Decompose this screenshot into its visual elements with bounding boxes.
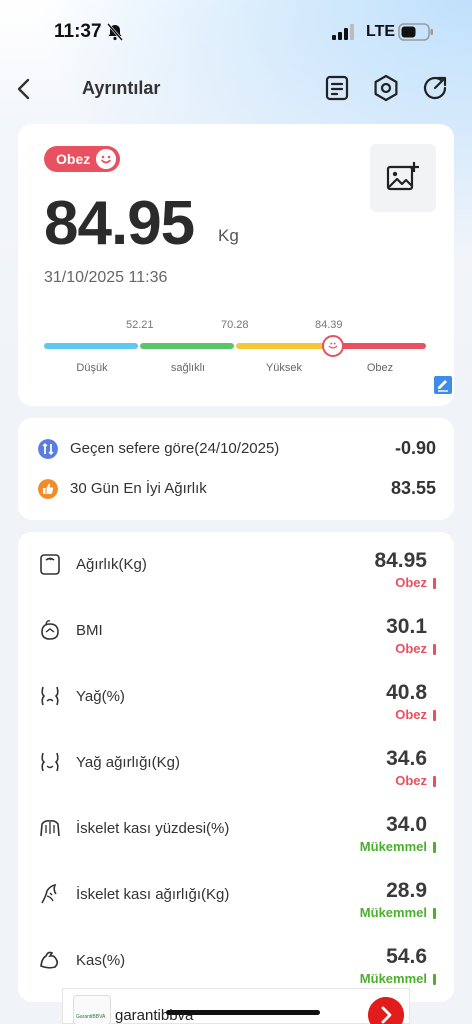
scale-threshold: 84.39 — [315, 319, 343, 331]
scale-threshold: 70.28 — [221, 319, 249, 331]
weight-value: 84.95 — [44, 189, 195, 258]
metric-value: 34.0 — [386, 813, 427, 836]
metric-row[interactable]: İskelet kası yüzdesi(%) 34.0 Mükemmel — [18, 796, 454, 862]
comparison-value: -0.90 — [394, 438, 436, 458]
comparison-row: Geçen sefere göre(24/10/2025) -0.90 — [38, 436, 438, 464]
status-badge-label: Obez — [56, 151, 91, 167]
metric-row[interactable]: Yağ(%) 40.8 Obez — [18, 664, 454, 730]
thumbs-up-icon — [38, 479, 58, 499]
metric-row[interactable]: Ağırlık(Kg) 84.95 Obez — [18, 532, 454, 598]
skeletal-muscle-icon — [40, 820, 60, 837]
metric-status: Obez — [395, 641, 427, 656]
metric-row[interactable]: BMI 30.1 Obez — [18, 598, 454, 664]
status-indicator — [433, 644, 436, 655]
scale-label: Yüksek — [265, 362, 303, 374]
scale-label: sağlıklı — [170, 362, 206, 374]
metric-status: Mükemmel — [359, 905, 427, 920]
nav-bar: Ayrıntılar — [0, 70, 472, 110]
metric-value: 28.9 — [386, 879, 427, 902]
edit-icon[interactable] — [434, 376, 452, 394]
comparison-card: Geçen sefere göre(24/10/2025) -0.90 30 G… — [18, 418, 454, 520]
skeletal-weight-icon — [41, 883, 57, 904]
metric-status: Mükemmel — [359, 839, 427, 854]
signal-icon — [332, 24, 354, 40]
ad-logo: GarantiBBVA — [73, 995, 111, 1024]
scale-segment-healthy — [140, 343, 234, 349]
status-indicator — [433, 842, 436, 853]
metric-label: BMI — [76, 622, 103, 639]
metric-label: Yağ(%) — [76, 688, 125, 705]
weight-unit: Kg — [218, 226, 239, 245]
metric-value: 40.8 — [386, 681, 427, 704]
metric-status: Obez — [395, 773, 427, 788]
smiley-icon — [96, 149, 116, 169]
chevron-right-icon[interactable] — [368, 997, 404, 1024]
page-title: Ayrıntılar — [82, 78, 161, 98]
measurement-datetime: 31/10/2025 11:36 — [44, 269, 168, 286]
metric-status: Obez — [395, 575, 427, 590]
status-badge: Obez — [44, 146, 120, 172]
metric-label: Yağ ağırlığı(Kg) — [76, 754, 180, 771]
ad-banner[interactable]: GarantiBBVA garantibbva — [62, 988, 410, 1024]
status-bar: 11:37 LTE — [0, 0, 472, 64]
metric-value: 54.6 — [386, 945, 427, 968]
metric-row[interactable]: Yağ ağırlığı(Kg) 34.6 Obez — [18, 730, 454, 796]
bell-muted-icon — [107, 23, 123, 41]
metric-value: 30.1 — [386, 615, 427, 638]
status-indicator — [433, 908, 436, 919]
comparison-label: Geçen sefere göre(24/10/2025) — [70, 440, 280, 457]
scale-label: Düşük — [76, 362, 108, 374]
comparison-value: 83.55 — [390, 478, 436, 498]
add-photo-button[interactable] — [370, 144, 436, 212]
metric-label: Kas(%) — [76, 952, 126, 969]
settings-icon[interactable] — [372, 74, 400, 102]
metrics-card: Ağırlık(Kg) 84.95 Obez BMI 30.1 Obez Yağ… — [18, 532, 454, 1002]
metric-value: 84.95 — [374, 549, 427, 572]
metric-status: Obez — [395, 707, 427, 722]
weight-icon — [40, 554, 60, 575]
status-indicator — [433, 710, 436, 721]
scale-threshold: 52.21 — [126, 319, 154, 331]
comparison-row: 30 Gün En İyi Ağırlık 83.55 — [38, 476, 438, 504]
scale-indicator-icon — [322, 335, 344, 357]
status-indicator — [433, 974, 436, 985]
back-arrow-icon[interactable] — [12, 76, 38, 102]
metric-value: 34.6 — [386, 747, 427, 770]
metric-label: Ağırlık(Kg) — [76, 556, 147, 573]
fat-weight-icon — [41, 752, 59, 772]
status-indicator — [433, 776, 436, 787]
status-time: 11:37 — [54, 21, 102, 42]
metric-row[interactable]: İskelet kası ağırlığı(Kg) 28.9 Mükemmel — [18, 862, 454, 928]
comparison-label: 30 Gün En İyi Ağırlık — [70, 480, 207, 497]
metric-status: Mükemmel — [359, 971, 427, 986]
fat-icon — [41, 686, 59, 706]
scale-segment-obese — [332, 343, 426, 349]
scale-segment-high — [236, 343, 330, 349]
scale-label: Obez — [366, 362, 394, 374]
metric-label: İskelet kası ağırlığı(Kg) — [76, 886, 230, 903]
bmi-icon — [41, 620, 59, 640]
share-icon[interactable] — [421, 74, 449, 102]
compare-icon — [38, 439, 58, 459]
muscle-icon — [40, 951, 59, 969]
weight-summary-card: Obez 84.95 Kg 31/10/2025 11:36 52.21 70.… — [18, 124, 454, 406]
add-image-icon — [386, 162, 419, 191]
metric-row[interactable]: Kas(%) 54.6 Mükemmel — [18, 928, 454, 994]
status-indicator — [433, 578, 436, 589]
home-indicator — [166, 1010, 320, 1015]
network-label: LTE — [366, 23, 396, 40]
battery-icon — [398, 23, 433, 41]
metric-label: İskelet kası yüzdesi(%) — [76, 820, 230, 837]
report-icon[interactable] — [323, 74, 351, 102]
scale-segment-low — [44, 343, 138, 349]
